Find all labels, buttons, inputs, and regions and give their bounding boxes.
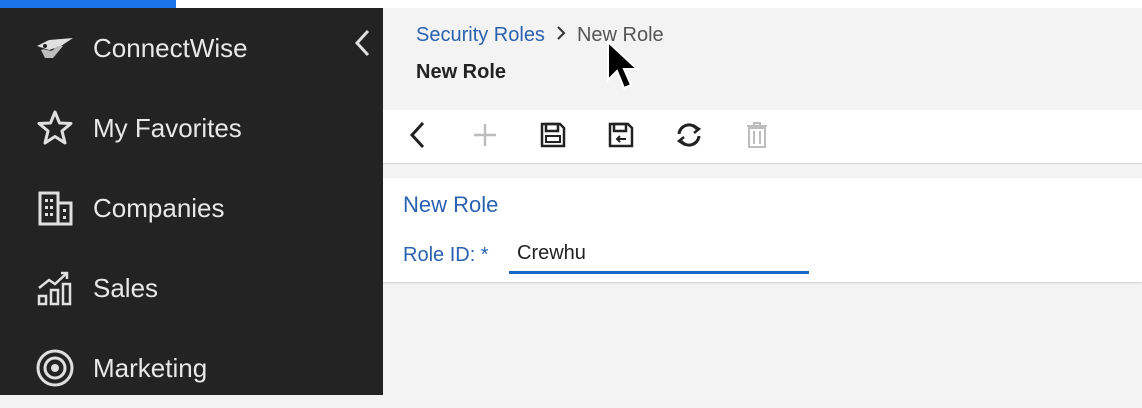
- page-title: New Role: [416, 61, 507, 83]
- star-icon: [33, 106, 77, 150]
- collapse-sidebar-button[interactable]: [346, 28, 380, 62]
- sidebar-item-label: Sales: [93, 272, 159, 303]
- role-id-label: Role ID: *: [403, 244, 489, 266]
- sidebar-item-label: Companies: [93, 192, 225, 223]
- save-and-close-button[interactable]: [602, 118, 640, 156]
- sidebar: ConnectWise My Favorites Companies Sales…: [0, 8, 383, 395]
- sidebar-item-sales[interactable]: Sales: [0, 248, 383, 328]
- save-icon: [539, 121, 567, 154]
- delete-button[interactable]: [738, 118, 776, 156]
- save-and-close-icon: [607, 121, 635, 154]
- sidebar-item-label: ConnectWise: [93, 32, 248, 63]
- sidebar-item-companies[interactable]: Companies: [0, 168, 383, 248]
- toolbar: [383, 110, 1142, 164]
- mouse-pointer-icon: [604, 39, 652, 94]
- target-icon: [33, 346, 77, 390]
- sidebar-item-label: My Favorites: [93, 112, 242, 143]
- sidebar-item-connectwise[interactable]: ConnectWise: [0, 8, 383, 88]
- top-accent-bar: [0, 0, 176, 8]
- role-id-input[interactable]: [509, 236, 809, 274]
- refresh-icon: [674, 121, 704, 154]
- delete-icon: [745, 120, 769, 155]
- sales-chart-icon: [33, 266, 77, 310]
- building-icon: [33, 186, 77, 230]
- chevron-left-icon: [353, 28, 373, 63]
- connectwise-logo-icon: [33, 26, 77, 70]
- role-form: New Role Role ID: *: [383, 178, 1142, 282]
- add-button[interactable]: [466, 118, 504, 156]
- add-icon: [472, 122, 498, 153]
- save-button[interactable]: [534, 118, 572, 156]
- sidebar-item-my-favorites[interactable]: My Favorites: [0, 88, 383, 168]
- top-bar: [176, 0, 1142, 8]
- refresh-button[interactable]: [670, 118, 708, 156]
- sidebar-item-marketing[interactable]: Marketing: [0, 328, 383, 408]
- breadcrumb-security-roles-link[interactable]: Security Roles: [416, 24, 545, 47]
- main-content: Security Roles New Role New Role New Rol…: [383, 8, 1142, 395]
- form-title: New Role: [403, 192, 499, 217]
- back-icon: [407, 120, 429, 155]
- breadcrumb-separator-icon: [555, 24, 567, 47]
- back-button[interactable]: [399, 118, 437, 156]
- sidebar-item-label: Marketing: [93, 352, 208, 383]
